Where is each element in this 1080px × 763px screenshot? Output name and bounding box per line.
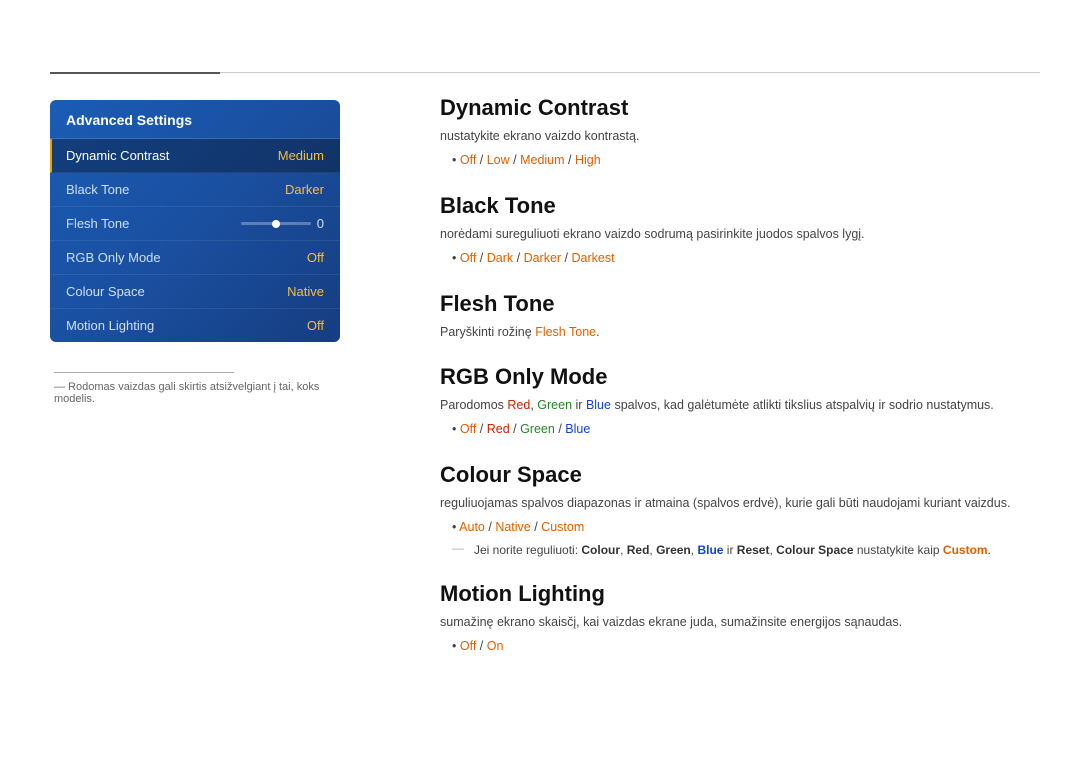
opt-red-rgb: Red — [487, 422, 510, 436]
item-value-black-tone: Darker — [285, 182, 324, 197]
opt-auto-cs: Auto — [459, 520, 485, 534]
section-colour-space: Colour Space reguliuojamas spalvos diapa… — [440, 462, 1040, 559]
note-divider — [54, 372, 234, 373]
item-name-rgb-only-mode: RGB Only Mode — [66, 250, 161, 265]
section-title-flesh-tone: Flesh Tone — [440, 291, 1040, 317]
opt-medium-dc: Medium — [520, 153, 564, 167]
slider-track — [241, 222, 311, 225]
item-name-black-tone: Black Tone — [66, 182, 129, 197]
opt-off-bt: Off — [460, 251, 476, 265]
section-desc-flesh-tone: Paryškinti rožinę Flesh Tone. — [440, 323, 1040, 342]
opt-low-dc: Low — [487, 153, 510, 167]
section-black-tone: Black Tone norėdami sureguliuoti ekrano … — [440, 193, 1040, 269]
section-desc-colour-space: reguliuojamas spalvos diapazonas ir atma… — [440, 494, 1040, 513]
options-black-tone: Off / Dark / Darker / Darkest — [452, 248, 1040, 269]
sub-note-dash: — — [452, 541, 464, 555]
note-text: — Rodomas vaizdas gali skirtis atsižvelg… — [54, 381, 336, 405]
section-rgb-only-mode: RGB Only Mode Parodomos Red, Green ir Bl… — [440, 364, 1040, 440]
item-name-colour-space: Colour Space — [66, 284, 145, 299]
opt-dark-bt: Dark — [487, 251, 513, 265]
opt-blue-label: Blue — [586, 398, 611, 412]
opt-on-ml: On — [487, 639, 504, 653]
item-value-dynamic-contrast: Medium — [278, 148, 324, 163]
section-desc-rgb-only-mode: Parodomos Red, Green ir Blue spalvos, ka… — [440, 396, 1040, 415]
opt-high-dc: High — [575, 153, 601, 167]
opt-off-rgb: Off — [460, 422, 476, 436]
item-name-flesh-tone: Flesh Tone — [66, 216, 129, 231]
item-value-colour-space: Native — [287, 284, 324, 299]
slider-thumb — [272, 220, 280, 228]
sub-note-colour-space: — Jei norite reguliuoti: Colour, Red, Gr… — [452, 541, 1040, 559]
note-section: — Rodomas vaizdas gali skirtis atsižvelg… — [50, 372, 340, 405]
item-value-rgb-only-mode: Off — [307, 250, 324, 265]
section-motion-lighting: Motion Lighting sumažinę ekrano skaisčį,… — [440, 581, 1040, 657]
opt-custom-cs: Custom — [541, 520, 584, 534]
item-value-motion-lighting: Off — [307, 318, 324, 333]
left-panel: Advanced Settings Dynamic Contrast Mediu… — [50, 100, 340, 405]
flesh-tone-bold-label: Flesh Tone — [535, 325, 596, 339]
section-title-motion-lighting: Motion Lighting — [440, 581, 1040, 607]
menu-item-dynamic-contrast[interactable]: Dynamic Contrast Medium — [50, 139, 340, 173]
section-desc-black-tone: norėdami sureguliuoti ekrano vaizdo sodr… — [440, 225, 1040, 244]
menu-item-black-tone[interactable]: Black Tone Darker — [50, 173, 340, 207]
options-motion-lighting: Off / On — [452, 636, 1040, 657]
menu-item-motion-lighting[interactable]: Motion Lighting Off — [50, 309, 340, 342]
options-dynamic-contrast: Off / Low / Medium / High — [452, 150, 1040, 171]
opt-native-cs: Native — [495, 520, 530, 534]
opt-blue-rgb: Blue — [565, 422, 590, 436]
opt-green-label: Green — [537, 398, 572, 412]
right-content: Dynamic Contrast nustatykite ekrano vaiz… — [440, 95, 1040, 679]
options-rgb-only-mode: Off / Red / Green / Blue — [452, 419, 1040, 440]
menu-item-rgb-only-mode[interactable]: RGB Only Mode Off — [50, 241, 340, 275]
menu-item-colour-space[interactable]: Colour Space Native — [50, 275, 340, 309]
section-flesh-tone: Flesh Tone Paryškinti rožinę Flesh Tone. — [440, 291, 1040, 342]
section-desc-motion-lighting: sumažinę ekrano skaisčį, kai vaizdas ekr… — [440, 613, 1040, 632]
sub-note-text-cs: Jei norite reguliuoti: Colour, Red, Gree… — [474, 541, 991, 559]
section-title-dynamic-contrast: Dynamic Contrast — [440, 95, 1040, 121]
top-divider-left — [50, 72, 220, 74]
item-name-dynamic-contrast: Dynamic Contrast — [66, 148, 169, 163]
section-title-black-tone: Black Tone — [440, 193, 1040, 219]
opt-off-dc: Off — [460, 153, 476, 167]
opt-green-rgb: Green — [520, 422, 555, 436]
advanced-settings-title: Advanced Settings — [50, 100, 340, 139]
opt-red-label: Red — [507, 398, 530, 412]
section-dynamic-contrast: Dynamic Contrast nustatykite ekrano vaiz… — [440, 95, 1040, 171]
item-name-motion-lighting: Motion Lighting — [66, 318, 154, 333]
section-title-rgb-only-mode: RGB Only Mode — [440, 364, 1040, 390]
advanced-settings-box: Advanced Settings Dynamic Contrast Mediu… — [50, 100, 340, 342]
opt-off-ml: Off — [460, 639, 476, 653]
section-desc-dynamic-contrast: nustatykite ekrano vaizdo kontrastą. — [440, 127, 1040, 146]
options-colour-space: Auto / Native / Custom — [452, 517, 1040, 538]
section-title-colour-space: Colour Space — [440, 462, 1040, 488]
opt-darkest-bt: Darkest — [572, 251, 615, 265]
opt-darker-bt: Darker — [524, 251, 562, 265]
menu-item-flesh-tone[interactable]: Flesh Tone 0 — [50, 207, 340, 241]
flesh-tone-slider[interactable]: 0 — [241, 216, 324, 231]
flesh-tone-value: 0 — [317, 216, 324, 231]
